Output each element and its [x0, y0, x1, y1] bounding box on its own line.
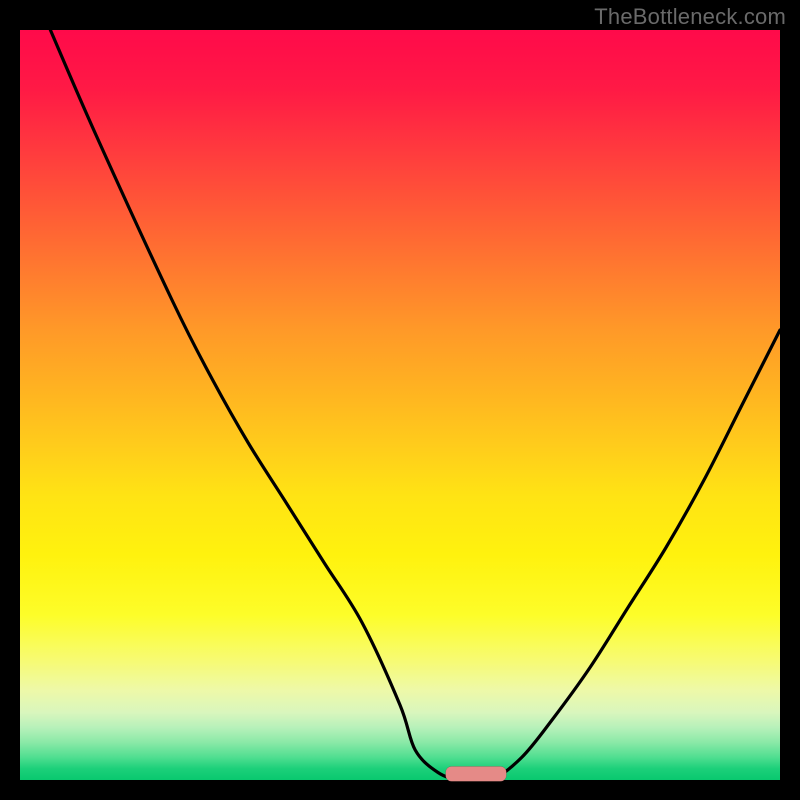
chart-frame: TheBottleneck.com — [0, 0, 800, 800]
bottleneck-curve — [50, 30, 780, 782]
watermark-text: TheBottleneck.com — [594, 4, 786, 30]
plot-area — [20, 30, 780, 780]
optimum-marker — [446, 766, 507, 781]
curve-svg — [20, 30, 780, 780]
